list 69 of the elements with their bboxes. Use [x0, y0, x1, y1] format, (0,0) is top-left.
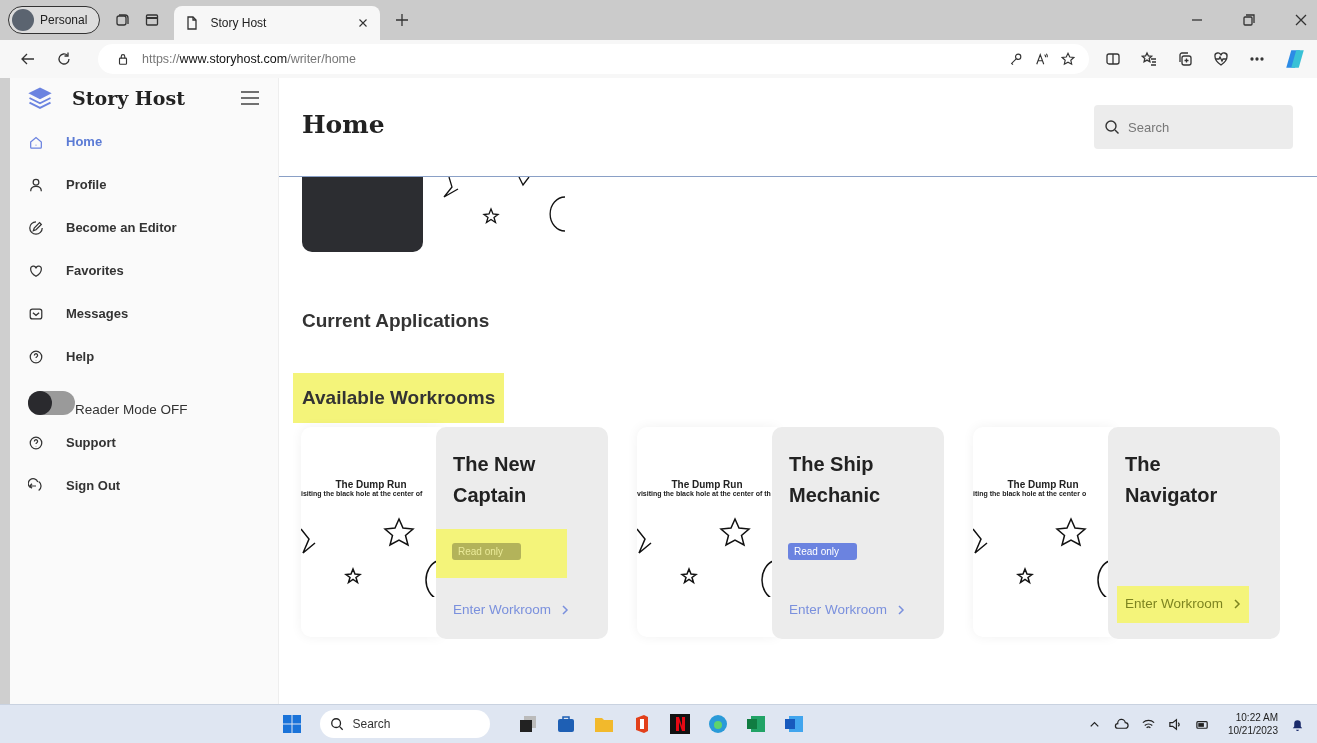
document-icon[interactable] [784, 714, 805, 734]
enter-workroom-link[interactable]: Enter Workroom [1117, 586, 1250, 623]
restore-icon[interactable] [1241, 12, 1257, 28]
copilot-icon[interactable] [1285, 49, 1305, 69]
menu-icon[interactable] [240, 91, 260, 105]
clock[interactable]: 10:22 AM 10/21/2023 [1227, 711, 1278, 737]
close-icon[interactable] [1293, 12, 1309, 28]
workroom-title: The New Captain [453, 452, 537, 508]
refresh-icon[interactable] [56, 51, 72, 67]
chevron-icon [897, 603, 906, 616]
toggle-switch[interactable] [28, 391, 75, 415]
workroom-title: The Navigator [1125, 452, 1219, 508]
streaming-app-icon[interactable] [670, 714, 691, 734]
nav-item[interactable]: Home [10, 120, 278, 163]
layers-icon [26, 86, 54, 110]
workspaces-icon[interactable] [114, 12, 131, 28]
nav-icon [28, 434, 44, 451]
browser-tab[interactable]: Story Host [174, 6, 381, 40]
url-text: https://www.storyhost.com/writer/home [142, 52, 356, 66]
read-only-badge: Read only [788, 543, 857, 560]
search-icon [1104, 119, 1120, 135]
nav-icon [28, 262, 44, 279]
nav-item[interactable]: Support [10, 421, 278, 464]
new-tab-icon[interactable] [394, 12, 411, 28]
tab-actions-icon[interactable] [144, 12, 161, 28]
collections-icon[interactable] [1177, 51, 1193, 67]
nav-icon [28, 348, 44, 365]
search-icon [330, 717, 345, 731]
avatar-icon [12, 9, 34, 31]
cloud-icon[interactable] [1113, 716, 1129, 732]
tab-title: Story Host [210, 16, 268, 30]
spreadsheet-icon[interactable] [746, 714, 767, 734]
nav-item[interactable]: Help [10, 335, 278, 378]
highlighted-section-title: Available Workrooms [293, 373, 505, 423]
split-screen-icon[interactable] [1105, 51, 1121, 67]
chevron-icon [1233, 597, 1242, 610]
brand-name: Story Host [72, 87, 186, 109]
profile-button[interactable]: Personal [8, 6, 101, 34]
nav-item[interactable]: Become an Editor [10, 206, 278, 249]
cover-title: The Dump Run [1007, 479, 1079, 490]
store-icon[interactable] [556, 714, 577, 734]
nav-item[interactable]: Profile [10, 163, 278, 206]
speaker-icon[interactable] [1167, 716, 1183, 732]
task-view-icon[interactable] [518, 714, 539, 734]
start-icon[interactable] [282, 714, 303, 734]
page-title: Home [302, 109, 385, 139]
read-aloud-icon[interactable] [1035, 52, 1049, 66]
chevron-icon [561, 603, 570, 616]
favorites-icon[interactable] [1141, 51, 1157, 67]
read-only-badge: Read only [452, 543, 521, 560]
back-icon[interactable] [20, 51, 36, 67]
cover-title: The Dump Run [334, 479, 407, 490]
cover-title: The Dump Run [671, 479, 743, 490]
key-icon[interactable] [1009, 52, 1023, 66]
workroom-title: The Ship Mechanic [789, 452, 882, 508]
nav-icon [28, 305, 44, 322]
nav-item[interactable]: Favorites [10, 249, 278, 292]
taskbar-search-field[interactable]: Search [320, 710, 491, 738]
nav-icon [28, 219, 44, 236]
address-field[interactable]: https://www.storyhost.com/writer/home [98, 44, 1089, 74]
nav-item[interactable]: Sign Out [10, 464, 278, 507]
toggle-label: Reader Mode OFF [75, 402, 188, 417]
nav-icon [28, 176, 44, 193]
star-icon[interactable] [1061, 52, 1075, 66]
heartbeat-icon[interactable] [1213, 51, 1229, 67]
lock-icon [116, 52, 130, 66]
nav-item[interactable]: Messages [10, 292, 278, 335]
section-title: Current Applications [301, 309, 491, 333]
search-field[interactable]: Search [1094, 105, 1293, 149]
